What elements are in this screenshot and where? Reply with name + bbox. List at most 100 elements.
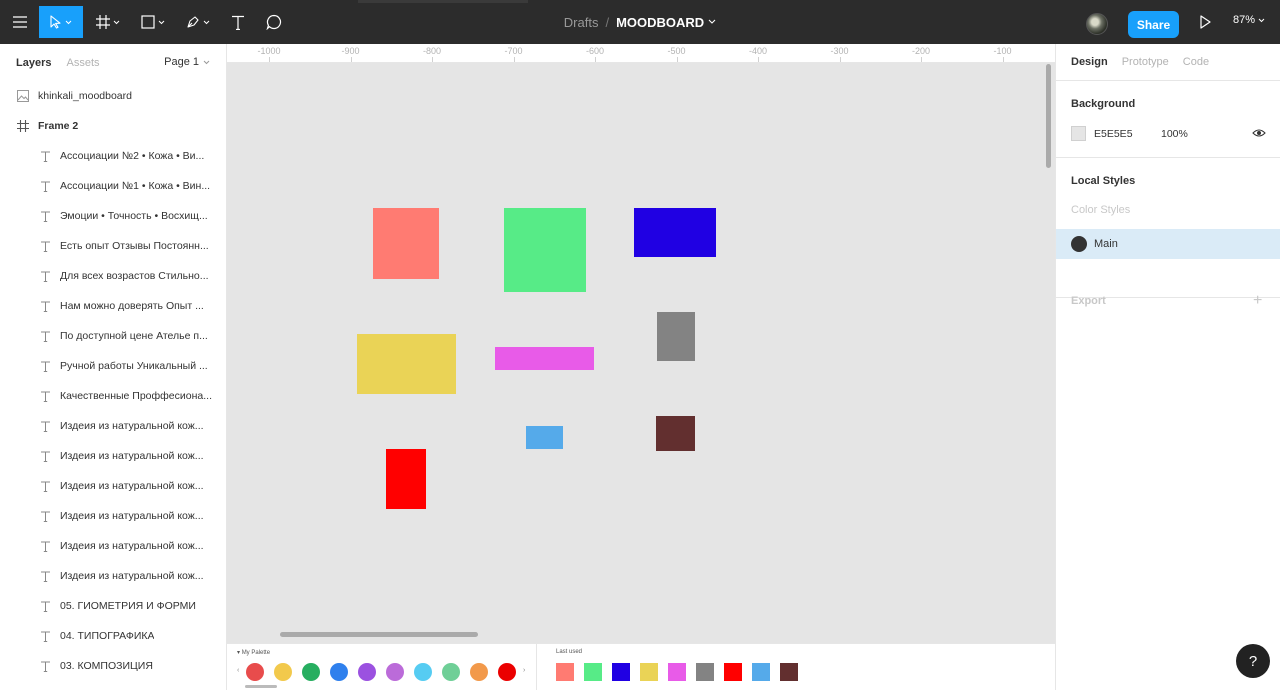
layer-item[interactable]: Издеия из натуральной кож...	[0, 531, 226, 561]
text-layer-icon	[38, 271, 52, 282]
tab-code[interactable]: Code	[1183, 56, 1209, 68]
add-export-icon[interactable]: +	[1253, 292, 1262, 310]
tab-assets[interactable]: Assets	[66, 57, 99, 69]
file-name[interactable]: MOODBOARD	[616, 15, 704, 30]
palette-swatch[interactable]	[442, 663, 460, 681]
layer-item[interactable]: 03. КОМПОЗИЦИЯ	[0, 651, 226, 681]
yellow-rectangle[interactable]	[357, 334, 456, 394]
layer-item[interactable]: Ручной работы Уникальный ...	[0, 351, 226, 381]
red-rectangle[interactable]	[386, 449, 426, 509]
layer-item[interactable]: 04. ТИПОГРАФИКА	[0, 621, 226, 651]
layer-item[interactable]: 05. ГИОМЕТРИЯ И ФОРМИ	[0, 591, 226, 621]
chevron-down-icon[interactable]	[708, 19, 716, 25]
chevron-down-icon	[65, 20, 72, 24]
layer-item[interactable]: По доступной цене Ателье п...	[0, 321, 226, 351]
last-used-swatch[interactable]	[612, 663, 630, 681]
layer-item[interactable]: Для всех возрастов Стильно...	[0, 261, 226, 291]
layer-item[interactable]: Издеия из натуральной кож...	[0, 561, 226, 591]
last-used-swatch[interactable]	[640, 663, 658, 681]
palette-swatch[interactable]	[414, 663, 432, 681]
layer-item[interactable]: Качественные Проффесиона...	[0, 381, 226, 411]
palette-swatch[interactable]	[358, 663, 376, 681]
layer-item[interactable]: Ассоциации №1 • Кожа • Вин...	[0, 171, 226, 201]
palette-swatch[interactable]	[498, 663, 516, 681]
last-used-swatch[interactable]	[668, 663, 686, 681]
last-used-swatch[interactable]	[724, 663, 742, 681]
layer-label: 05. ГИОМЕТРИЯ И ФОРМИ	[60, 600, 196, 612]
my-palette-title[interactable]: ▾ My Palette	[237, 649, 270, 656]
layer-label: Ассоциации №1 • Кожа • Вин...	[60, 180, 211, 192]
move-tool-button[interactable]	[39, 6, 83, 38]
palette-swatch[interactable]	[330, 663, 348, 681]
background-hex[interactable]: E5E5E5	[1094, 128, 1133, 140]
magenta-rectangle[interactable]	[495, 347, 594, 370]
layer-item[interactable]: Нам можно доверять Опыт ...	[0, 291, 226, 321]
layer-item[interactable]: Издеия из натуральной кож...	[0, 471, 226, 501]
last-used-swatch[interactable]	[584, 663, 602, 681]
green-rectangle[interactable]	[504, 208, 586, 292]
background-color-swatch[interactable]	[1071, 126, 1086, 141]
shape-tool-button[interactable]	[133, 6, 173, 38]
palette-swatch[interactable]	[274, 663, 292, 681]
layer-item[interactable]: Эмоции • Точность • Восхищ...	[0, 201, 226, 231]
layer-label: Есть опыт Отзывы Постоянн...	[60, 240, 209, 252]
vertical-scrollbar[interactable]	[1046, 64, 1051, 168]
last-used-swatch[interactable]	[752, 663, 770, 681]
chevron-left-icon[interactable]: ‹	[237, 667, 239, 674]
layer-item[interactable]: Издеия из натуральной кож...	[0, 441, 226, 471]
present-button[interactable]	[1196, 13, 1214, 31]
layer-label: Качественные Проффесиона...	[60, 390, 212, 402]
layer-item[interactable]: Ассоциации №2 • Кожа • Ви...	[0, 141, 226, 171]
toolbar: Drafts / MOODBOARD Share 87%	[0, 0, 1280, 44]
comment-tool-button[interactable]	[260, 6, 288, 38]
palette-swatch[interactable]	[302, 663, 320, 681]
layer-label: Эмоции • Точность • Восхищ...	[60, 210, 208, 222]
layer-label: Издеия из натуральной кож...	[60, 540, 204, 552]
tab-layers[interactable]: Layers	[16, 57, 51, 69]
canvas[interactable]	[227, 63, 1055, 643]
chevron-down-icon	[113, 20, 120, 24]
rectangle-tool-icon	[141, 15, 155, 29]
palette-swatch[interactable]	[386, 663, 404, 681]
light-blue-rectangle[interactable]	[526, 426, 563, 449]
gray-rectangle[interactable]	[657, 312, 695, 361]
last-used-swatch[interactable]	[556, 663, 574, 681]
palette-swatch[interactable]	[246, 663, 264, 681]
color-style-main[interactable]: Main	[1056, 229, 1280, 259]
text-tool-button[interactable]	[224, 6, 252, 38]
layer-item[interactable]: Есть опыт Отзывы Постоянн...	[0, 231, 226, 261]
layer-label: 03. КОМПОЗИЦИЯ	[60, 660, 153, 672]
tab-prototype[interactable]: Prototype	[1122, 56, 1169, 68]
layer-item[interactable]: khinkali_moodboard	[0, 81, 226, 111]
background-opacity[interactable]: 100%	[1161, 128, 1188, 140]
ruler-label: -1000	[257, 46, 281, 56]
help-button[interactable]: ?	[1236, 644, 1270, 678]
chevron-right-icon[interactable]: ›	[523, 667, 525, 674]
palette-swatch[interactable]	[470, 663, 488, 681]
layer-item[interactable]: Издеия из натуральной кож...	[0, 501, 226, 531]
chevron-down-icon	[203, 20, 210, 24]
ruler-tick	[513, 57, 515, 62]
breadcrumb-drafts[interactable]: Drafts	[564, 15, 599, 30]
horizontal-scrollbar[interactable]	[280, 632, 478, 637]
layer-frame[interactable]: Frame 2	[0, 111, 226, 141]
tab-design[interactable]: Design	[1071, 56, 1108, 68]
maroon-rectangle[interactable]	[656, 416, 695, 451]
zoom-menu[interactable]: 87%	[1233, 14, 1265, 26]
avatar[interactable]	[1086, 13, 1108, 35]
layer-label: По доступной цене Ателье п...	[60, 330, 208, 342]
pen-tool-button[interactable]	[178, 6, 218, 38]
eye-icon[interactable]	[1252, 128, 1266, 138]
layer-label: Ручной работы Уникальный ...	[60, 360, 208, 372]
salmon-rectangle[interactable]	[373, 208, 439, 279]
ruler-tick	[1002, 57, 1004, 62]
share-button[interactable]: Share	[1128, 11, 1179, 38]
blue-rectangle[interactable]	[634, 208, 716, 257]
palette-scrollbar[interactable]	[245, 685, 277, 688]
frame-tool-button[interactable]	[88, 6, 128, 38]
last-used-swatch[interactable]	[780, 663, 798, 681]
last-used-swatch[interactable]	[696, 663, 714, 681]
menu-icon[interactable]	[0, 6, 39, 38]
page-selector[interactable]: Page 1	[164, 56, 210, 68]
layer-item[interactable]: Издеия из натуральной кож...	[0, 411, 226, 441]
